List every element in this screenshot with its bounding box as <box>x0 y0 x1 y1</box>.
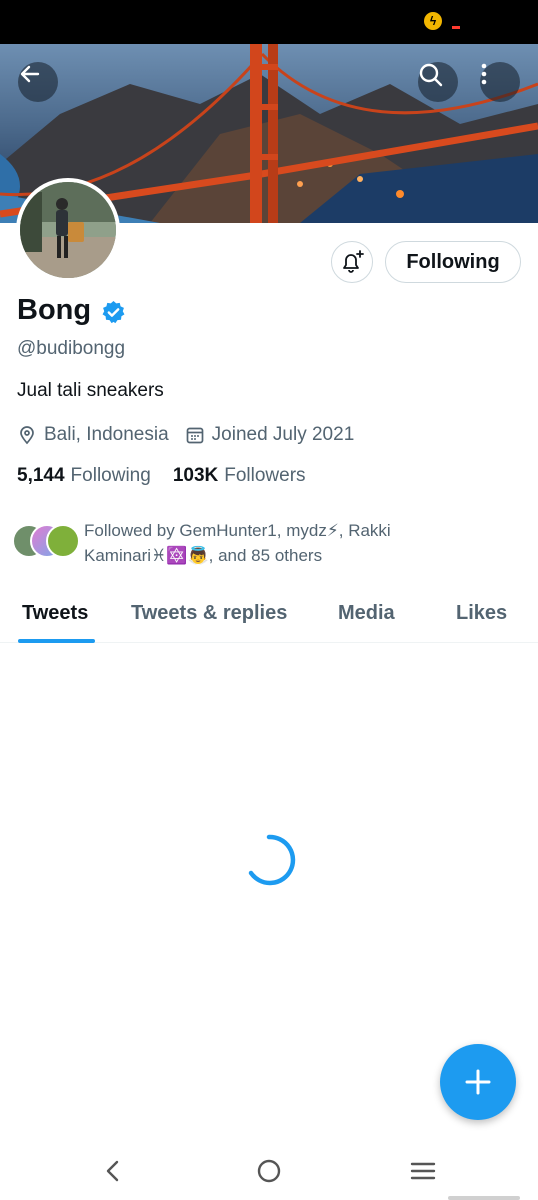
display-name: Bong <box>17 294 92 326</box>
profile-avatar[interactable] <box>16 178 120 282</box>
followed-by-text: Followed by GemHunter1, mydz⚡, Rakki Kam… <box>84 521 391 565</box>
verified-badge-icon[interactable] <box>101 300 126 325</box>
followers-count: 103K <box>172 465 219 486</box>
followers-avatars <box>12 524 82 558</box>
more-vertical-icon <box>481 63 487 85</box>
following-label: Following <box>70 465 151 486</box>
tab-media[interactable]: Media <box>338 602 395 625</box>
gesture-handle <box>448 1196 520 1200</box>
follow-stats: 5,144 Following 103K Followers <box>17 465 306 487</box>
calendar-icon <box>186 427 204 444</box>
plus-icon <box>465 1069 491 1095</box>
more-button[interactable] <box>480 62 520 102</box>
joined-text: Joined July 2021 <box>211 424 355 445</box>
avatar <box>46 524 80 558</box>
nav-back-button[interactable] <box>96 1154 130 1188</box>
location-pin-icon <box>20 426 34 445</box>
status-bar: ϟ <box>0 0 538 44</box>
followers-stat[interactable]: 103K Followers <box>173 465 306 487</box>
arrow-left-icon <box>20 65 40 83</box>
loading-spinner-icon <box>248 834 296 886</box>
back-button[interactable] <box>18 62 58 102</box>
handle: @budibongg <box>17 338 126 359</box>
followers-label: Followers <box>224 465 306 486</box>
tab-tweets-replies[interactable]: Tweets & replies <box>131 602 287 625</box>
compose-tweet-button[interactable] <box>440 1044 516 1120</box>
tab-likes[interactable]: Likes <box>456 602 507 625</box>
bio: Jual tali sneakers <box>17 380 164 401</box>
system-nav-bar <box>0 1140 538 1200</box>
bell-plus-icon <box>343 250 364 273</box>
following-stat[interactable]: 5,144 Following <box>17 465 151 487</box>
menu-lines-icon <box>410 1162 436 1180</box>
avatar-image <box>20 182 116 278</box>
nav-home-button[interactable] <box>252 1154 286 1188</box>
following-button[interactable]: Following <box>385 241 521 283</box>
chevron-left-icon <box>106 1160 119 1182</box>
active-tab-indicator <box>18 639 95 643</box>
search-icon <box>419 63 443 87</box>
location-text: Bali, Indonesia <box>44 424 169 445</box>
status-indicator <box>452 26 460 29</box>
following-count: 5,144 <box>17 465 65 486</box>
tab-tweets[interactable]: Tweets <box>22 602 88 625</box>
search-button[interactable] <box>418 62 458 102</box>
profile-meta: Bali, Indonesia Joined July 2021 <box>17 423 354 447</box>
nav-recents-button[interactable] <box>406 1154 440 1188</box>
profile-tabs: Tweets Tweets & replies Media Likes <box>0 588 538 643</box>
circle-home-icon <box>257 1159 281 1183</box>
notify-button[interactable] <box>331 241 373 283</box>
battery-saver-icon: ϟ <box>424 12 442 30</box>
